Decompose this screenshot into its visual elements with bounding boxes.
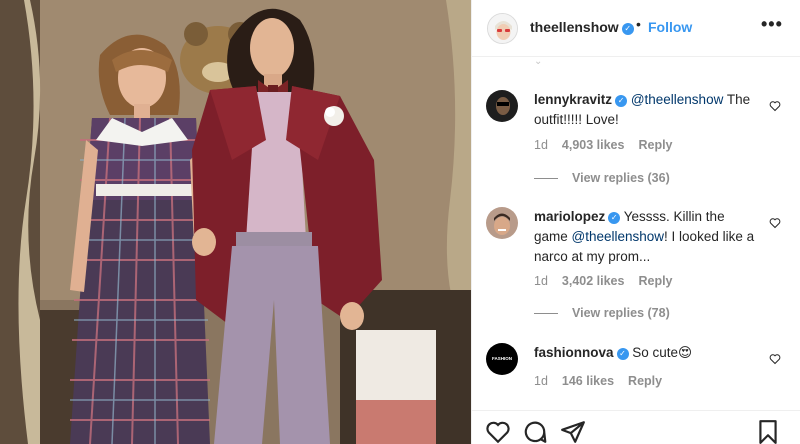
comment-time: 1d (534, 274, 548, 288)
comment-mention[interactable]: @theellenshow (631, 92, 724, 107)
verified-badge-icon: ✓ (608, 212, 621, 224)
verified-badge-icon: ✓ (615, 95, 628, 107)
post-photo[interactable] (0, 0, 471, 444)
comment-text: fashionnova ✓ So cute😍 (534, 343, 762, 363)
view-replies-label[interactable]: View replies (36) (572, 171, 670, 185)
scroll-cutoff-text: ⌄ (534, 56, 543, 67)
lennykravitz-avatar-icon[interactable] (486, 90, 518, 122)
comment-meta: 1d 4,903 likes Reply (534, 138, 687, 152)
fashionnova-avatar-icon[interactable]: FASHION NOVA (486, 343, 518, 375)
comment-username[interactable]: mariolopez (534, 209, 605, 224)
comment-icon[interactable] (522, 419, 548, 444)
fashionnova-logo-text: FASHION NOVA (491, 356, 512, 361)
comment-body: So cute😍 (628, 345, 693, 360)
reply-button[interactable]: Reply (638, 274, 672, 288)
comment-username[interactable]: lennykravitz (534, 92, 612, 107)
follow-button[interactable]: Follow (648, 19, 692, 35)
comment-mention[interactable]: @theellenshow (572, 229, 665, 244)
mariolopez-avatar-icon[interactable] (486, 207, 518, 239)
heart-icon[interactable] (769, 100, 781, 112)
heart-icon[interactable] (769, 353, 781, 365)
comment-likes[interactable]: 146 likes (562, 374, 614, 388)
comment-likes[interactable]: 4,903 likes (562, 138, 625, 152)
bookmark-icon[interactable] (755, 419, 781, 444)
verified-badge-icon: ✓ (621, 23, 634, 35)
heart-icon[interactable] (769, 217, 781, 229)
verified-badge-icon: ✓ (616, 348, 629, 360)
reply-button[interactable]: Reply (638, 138, 672, 152)
replies-divider (534, 178, 558, 180)
comment-meta: 1d 146 likes Reply (534, 374, 676, 388)
comment-meta: 1d 3,402 likes Reply (534, 274, 687, 288)
comments-panel: theellenshow ✓ • Follow ••• ⌄ lennykravit… (471, 0, 800, 444)
header-separator: • (636, 16, 641, 32)
view-replies-label[interactable]: View replies (78) (572, 306, 670, 320)
more-options-button[interactable]: ••• (761, 14, 783, 35)
heart-icon[interactable] (485, 419, 511, 444)
ellen-avatar-icon[interactable] (487, 13, 518, 44)
comment-text: lennykravitz ✓ @theellenshow The outfit!!… (534, 90, 762, 130)
comment-text: mariolopez ✓ Yessss. Killin the game @the… (534, 207, 762, 267)
replies-divider (534, 313, 558, 315)
view-replies-button[interactable]: View replies (78) (534, 306, 670, 320)
share-icon[interactable] (560, 419, 586, 444)
comment-likes[interactable]: 3,402 likes (562, 274, 625, 288)
post-username[interactable]: theellenshow ✓ (530, 19, 634, 35)
reply-button[interactable]: Reply (628, 374, 662, 388)
post-header: theellenshow ✓ • Follow ••• (472, 0, 800, 57)
comment-time: 1d (534, 374, 548, 388)
prom-photo-illustration (0, 0, 471, 444)
post-username-text[interactable]: theellenshow (530, 19, 619, 35)
post-action-bar (472, 410, 800, 444)
comment-time: 1d (534, 138, 548, 152)
comment-username[interactable]: fashionnova (534, 345, 614, 360)
view-replies-button[interactable]: View replies (36) (534, 171, 670, 185)
